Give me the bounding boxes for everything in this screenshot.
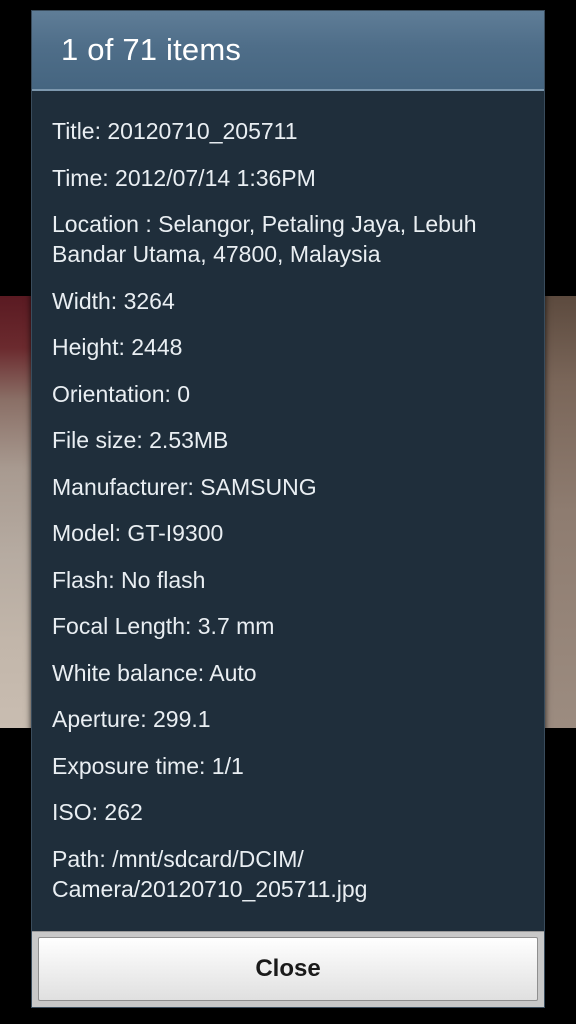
detail-exposure-time: Exposure time: 1/1 <box>52 752 244 779</box>
dialog-header: 1 of 71 items <box>32 11 544 91</box>
detail-width: Width: 3264 <box>52 287 175 314</box>
detail-file-size: File size: 2.53MB <box>52 427 229 453</box>
detail-white-balance: White balance: Auto <box>52 659 257 686</box>
detail-focal-length: Focal Length: 3.7 mm <box>52 613 275 639</box>
detail-aperture: Aperture: 299.1 <box>52 706 211 732</box>
detail-manufacturer: Manufacturer: SAMSUNG <box>52 473 317 500</box>
detail-title: Title: 20120710_205711 <box>52 118 298 144</box>
detail-time: Time: 2012/07/14 1:36PM <box>52 164 316 191</box>
details-dialog: 1 of 71 items Title: 20120710_205711 Tim… <box>31 10 545 1008</box>
detail-flash: Flash: No flash <box>52 566 206 593</box>
detail-model: Model: GT-I9300 <box>52 520 224 546</box>
detail-orientation: Orientation: 0 <box>52 380 191 407</box>
detail-height: Height: 2448 <box>52 334 183 360</box>
detail-iso: ISO: 262 <box>52 799 143 825</box>
background-photo-edge <box>540 296 576 728</box>
gallery-screen: 1 of 71 items Title: 20120710_205711 Tim… <box>0 0 576 1024</box>
details-list: Title: 20120710_205711 Time: 2012/07/14 … <box>32 91 544 904</box>
detail-path: Path: /mnt/sdcard/DCIM/ Camera/20120710_… <box>52 845 368 902</box>
dialog-title: 1 of 71 items <box>61 32 242 67</box>
detail-location: Location : Selangor, Petaling Jaya, Lebu… <box>52 211 477 267</box>
close-button[interactable]: Close <box>38 937 538 1001</box>
dialog-button-bar: Close <box>32 931 544 1007</box>
